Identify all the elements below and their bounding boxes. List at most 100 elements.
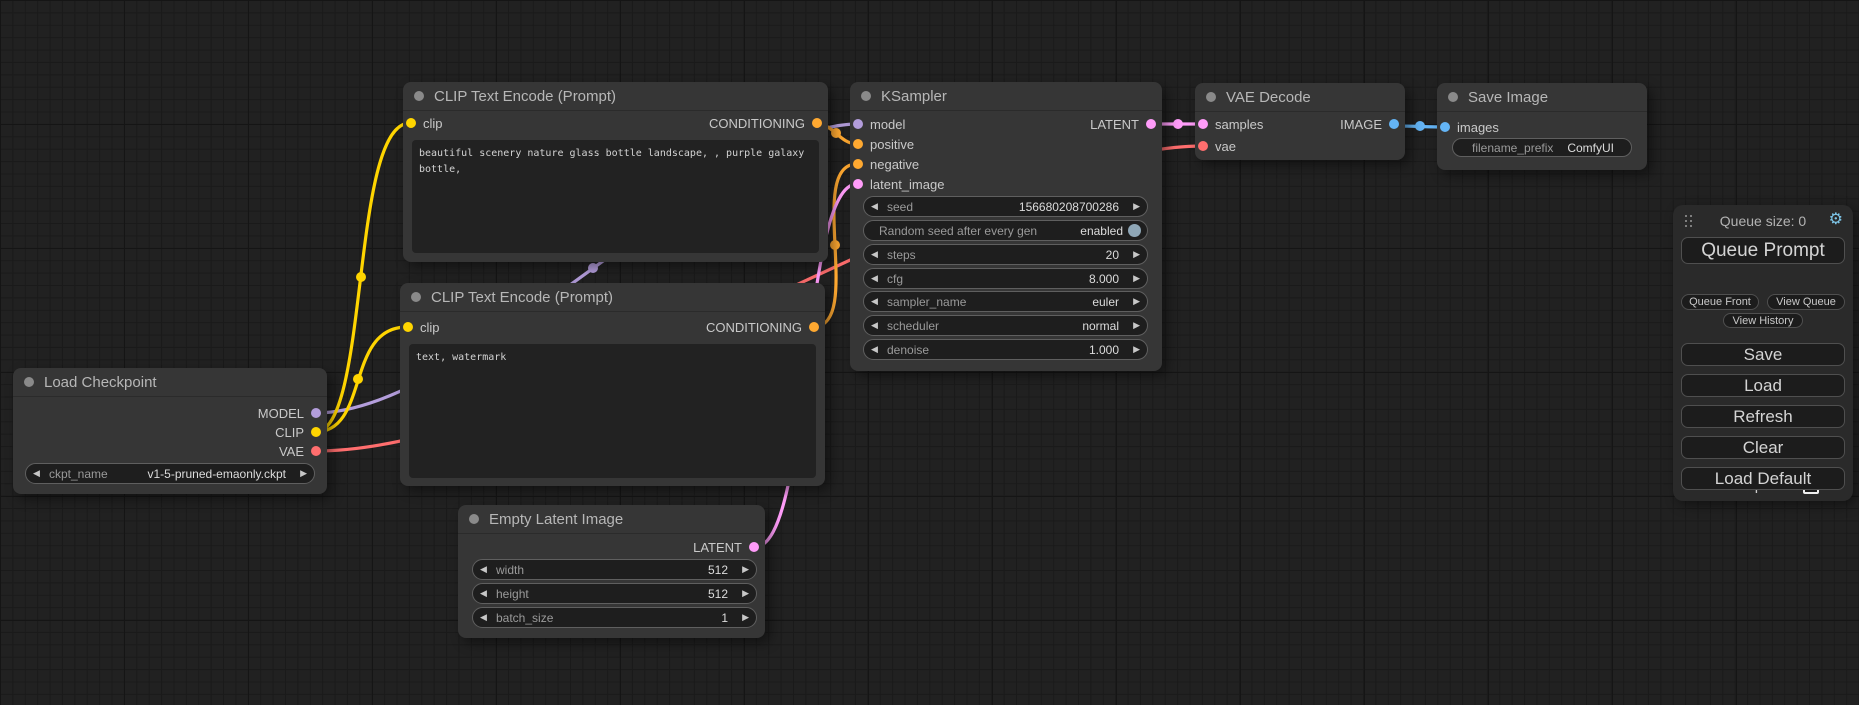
load-button[interactable]: Load	[1681, 374, 1845, 397]
settings-gear-icon[interactable]: ⚙	[1829, 211, 1843, 229]
node-load-checkpoint[interactable]: Load Checkpoint MODEL CLIP VAE ◀ ckpt_na…	[13, 368, 327, 494]
node-empty-latent-image[interactable]: Empty Latent Image LATENT ◀ width 512 ▶ …	[458, 505, 765, 638]
filename-prefix-widget[interactable]: filename_prefix ComfyUI	[1452, 138, 1632, 157]
increment-arrow-icon[interactable]: ▶	[1127, 202, 1140, 211]
increment-arrow-icon[interactable]: ▶	[1127, 250, 1140, 259]
clear-button[interactable]: Clear	[1681, 436, 1845, 459]
decrement-arrow-icon[interactable]: ◀	[871, 202, 884, 211]
height-widget[interactable]: ◀ height 512 ▶	[472, 583, 757, 604]
decrement-arrow-icon[interactable]: ◀	[871, 250, 884, 259]
node-save-image[interactable]: Save Image images filename_prefix ComfyU…	[1437, 83, 1647, 170]
view-history-button[interactable]: View History	[1723, 313, 1803, 328]
latent-port-dot[interactable]	[1146, 119, 1156, 129]
vae-port-dot[interactable]	[1198, 141, 1208, 151]
node-ksampler[interactable]: KSampler model positive negative latent_…	[850, 82, 1162, 371]
node-titlebar[interactable]: Save Image	[1437, 83, 1647, 112]
random-seed-widget[interactable]: Random seed after every gen enabled	[863, 220, 1148, 241]
scheduler-widget[interactable]: ◀ scheduler normal ▶	[863, 315, 1148, 336]
port-label: clip	[423, 116, 443, 131]
vae-port-dot[interactable]	[311, 446, 321, 456]
steps-widget[interactable]: ◀ steps 20 ▶	[863, 244, 1148, 265]
batch-size-widget[interactable]: ◀ batch_size 1 ▶	[472, 607, 757, 628]
output-port-clip[interactable]: CLIP	[275, 425, 321, 439]
view-queue-button[interactable]: View Queue	[1767, 294, 1845, 310]
node-clip-text-encode-positive[interactable]: CLIP Text Encode (Prompt) clip CONDITION…	[403, 82, 828, 262]
wire-midpoint-dot	[588, 263, 598, 273]
output-port-latent[interactable]: LATENT	[1090, 117, 1156, 131]
denoise-widget[interactable]: ◀ denoise 1.000 ▶	[863, 339, 1148, 360]
input-port-samples[interactable]: samples	[1198, 117, 1263, 131]
decrement-arrow-icon[interactable]: ◀	[871, 345, 884, 354]
sampler-name-widget[interactable]: ◀ sampler_name euler ▶	[863, 291, 1148, 312]
increment-arrow-icon[interactable]: ▶	[736, 613, 749, 622]
input-port-clip[interactable]: clip	[403, 320, 440, 334]
increment-arrow-icon[interactable]: ▶	[1127, 274, 1140, 283]
latent-port-dot[interactable]	[853, 179, 863, 189]
queue-prompt-button[interactable]: Queue Prompt	[1681, 237, 1845, 264]
conditioning-port-dot[interactable]	[812, 118, 822, 128]
increment-arrow-icon[interactable]: ▶	[294, 469, 307, 478]
decrement-arrow-icon[interactable]: ◀	[480, 613, 493, 622]
random-seed-toggle[interactable]	[1128, 224, 1141, 237]
input-port-clip[interactable]: clip	[406, 116, 443, 130]
input-port-vae[interactable]: vae	[1198, 139, 1236, 153]
conditioning-port-dot[interactable]	[853, 139, 863, 149]
decrement-arrow-icon[interactable]: ◀	[871, 321, 884, 330]
node-vae-decode[interactable]: VAE Decode samples vae IMAGE	[1195, 83, 1405, 160]
prompt-textarea[interactable]: text, watermark	[409, 344, 816, 478]
node-titlebar[interactable]: KSampler	[850, 82, 1162, 111]
clip-port-dot[interactable]	[311, 427, 321, 437]
increment-arrow-icon[interactable]: ▶	[1127, 321, 1140, 330]
node-titlebar[interactable]: Load Checkpoint	[13, 368, 327, 397]
image-port-dot[interactable]	[1440, 122, 1450, 132]
cfg-widget[interactable]: ◀ cfg 8.000 ▶	[863, 268, 1148, 289]
queue-front-button[interactable]: Queue Front	[1681, 294, 1759, 310]
node-title: CLIP Text Encode (Prompt)	[434, 88, 616, 105]
conditioning-port-dot[interactable]	[853, 159, 863, 169]
node-titlebar[interactable]: Empty Latent Image	[458, 505, 765, 534]
output-port-model[interactable]: MODEL	[258, 406, 321, 420]
decrement-arrow-icon[interactable]: ◀	[33, 469, 46, 478]
decrement-arrow-icon[interactable]: ◀	[871, 297, 884, 306]
increment-arrow-icon[interactable]: ▶	[736, 565, 749, 574]
ckpt-name-widget[interactable]: ◀ ckpt_name v1-5-pruned-emaonly.ckpt ▶	[25, 463, 315, 484]
node-titlebar[interactable]: CLIP Text Encode (Prompt)	[400, 283, 825, 312]
clip-port-dot[interactable]	[403, 322, 413, 332]
clip-port-dot[interactable]	[406, 118, 416, 128]
prompt-textarea[interactable]: beautiful scenery nature glass bottle la…	[412, 140, 819, 253]
refresh-button[interactable]: Refresh	[1681, 405, 1845, 428]
seed-widget[interactable]: ◀ seed 156680208700286 ▶	[863, 196, 1148, 217]
input-port-model[interactable]: model	[853, 117, 905, 131]
decrement-arrow-icon[interactable]: ◀	[871, 274, 884, 283]
output-port-conditioning[interactable]: CONDITIONING	[709, 116, 822, 130]
node-titlebar[interactable]: VAE Decode	[1195, 83, 1405, 112]
width-widget[interactable]: ◀ width 512 ▶	[472, 559, 757, 580]
save-button[interactable]: Save	[1681, 343, 1845, 366]
input-port-latent-image[interactable]: latent_image	[853, 177, 944, 191]
load-default-button[interactable]: Load Default	[1681, 467, 1845, 490]
model-port-dot[interactable]	[311, 408, 321, 418]
output-port-latent[interactable]: LATENT	[693, 540, 759, 554]
input-port-positive[interactable]: positive	[853, 137, 914, 151]
queue-menu-panel[interactable]: Queue size: 0 ⚙ Queue Prompt Extra optio…	[1673, 205, 1853, 501]
image-port-dot[interactable]	[1389, 119, 1399, 129]
input-port-negative[interactable]: negative	[853, 157, 919, 171]
wire-midpoint-dot	[353, 374, 363, 384]
increment-arrow-icon[interactable]: ▶	[1127, 345, 1140, 354]
output-port-conditioning[interactable]: CONDITIONING	[706, 320, 819, 334]
node-clip-text-encode-negative[interactable]: CLIP Text Encode (Prompt) clip CONDITION…	[400, 283, 825, 486]
model-port-dot[interactable]	[853, 119, 863, 129]
input-port-images[interactable]: images	[1440, 120, 1499, 134]
node-title: KSampler	[881, 88, 947, 105]
output-port-image[interactable]: IMAGE	[1340, 117, 1399, 131]
decrement-arrow-icon[interactable]: ◀	[480, 565, 493, 574]
decrement-arrow-icon[interactable]: ◀	[480, 589, 493, 598]
latent-port-dot[interactable]	[749, 542, 759, 552]
output-port-vae[interactable]: VAE	[279, 444, 321, 458]
increment-arrow-icon[interactable]: ▶	[736, 589, 749, 598]
node-titlebar[interactable]: CLIP Text Encode (Prompt)	[403, 82, 828, 111]
increment-arrow-icon[interactable]: ▶	[1127, 297, 1140, 306]
comfyui-canvas[interactable]: { "colors": { "model": "#b39ddb", "clip"…	[0, 0, 1859, 705]
latent-port-dot[interactable]	[1198, 119, 1208, 129]
conditioning-port-dot[interactable]	[809, 322, 819, 332]
